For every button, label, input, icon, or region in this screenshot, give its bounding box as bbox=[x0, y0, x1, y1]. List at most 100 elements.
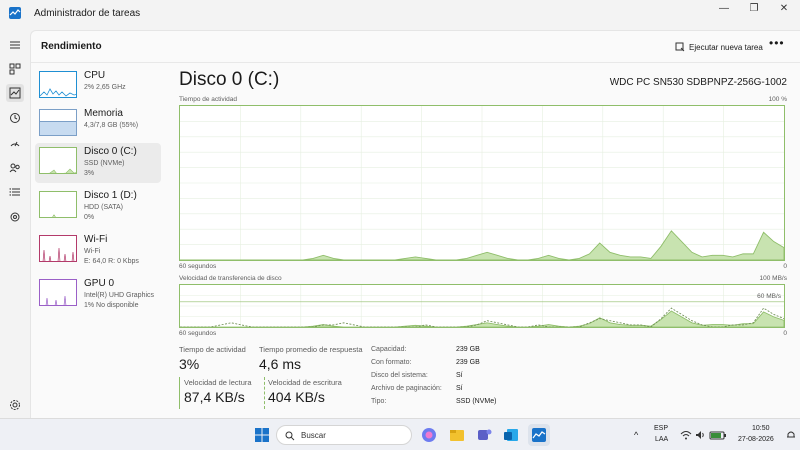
type-value: SSD (NVMe) bbox=[456, 398, 497, 405]
avg-response-value: 4,6 ms bbox=[259, 356, 302, 372]
sidebar-item-cpu[interactable]: CPU 2% 2,65 GHz bbox=[35, 67, 161, 107]
read-speed-marker bbox=[179, 377, 180, 409]
sidebar-item-value: 0% bbox=[84, 214, 95, 221]
write-speed-label: Velocidad de escritura bbox=[268, 378, 342, 387]
sidebar-item-memory[interactable]: Memoria 4,3/7,8 GB (55%) bbox=[35, 105, 161, 145]
taskbar: Buscar ^ ESP LAA 10:50 27-08-2026 bbox=[0, 418, 800, 450]
close-button[interactable]: ✕ bbox=[768, 0, 800, 20]
sidebar-item-label: GPU 0 bbox=[84, 278, 115, 289]
system-disk-label: Disco del sistema: bbox=[371, 372, 428, 379]
minimize-button[interactable]: — bbox=[708, 0, 740, 20]
sidebar-item-detail: HDD (SATA) bbox=[84, 204, 124, 211]
transfer-graph-min: 0 bbox=[783, 330, 787, 337]
sidebar-item-label: Memoria bbox=[84, 108, 123, 119]
start-icon[interactable] bbox=[253, 426, 271, 444]
disk-1-thumbnail bbox=[39, 191, 77, 218]
page-file-label: Archivo de paginación: bbox=[371, 385, 442, 392]
title-bar: Administrador de tareas — ❐ ✕ bbox=[0, 0, 800, 26]
activity-graph-time: 60 segundos bbox=[179, 263, 217, 270]
formatted-value: 239 GB bbox=[456, 359, 480, 366]
sidebar-item-disk-1[interactable]: Disco 1 (D:) HDD (SATA) 0% bbox=[35, 187, 161, 227]
battery-icon[interactable] bbox=[709, 430, 727, 440]
sidebar-item-gpu[interactable]: GPU 0 Intel(R) UHD Graphics 1% No dispon… bbox=[35, 275, 161, 315]
wifi-icon[interactable] bbox=[680, 430, 692, 440]
settings-icon[interactable] bbox=[6, 396, 24, 414]
app-history-icon[interactable] bbox=[6, 109, 24, 127]
cpu-thumbnail bbox=[39, 71, 77, 98]
outlook-icon[interactable] bbox=[502, 426, 520, 444]
volume-icon[interactable] bbox=[695, 430, 705, 440]
sidebar-item-value: E: 64,0 R: 0 Kbps bbox=[84, 258, 139, 265]
clock-time[interactable]: 10:50 bbox=[752, 425, 770, 432]
memory-thumbnail bbox=[39, 109, 77, 136]
startup-icon[interactable] bbox=[6, 134, 24, 152]
sidebar-item-value: 3% bbox=[84, 170, 95, 177]
chevron-up-icon[interactable]: ^ bbox=[634, 430, 638, 440]
sidebar-item-detail: Intel(R) UHD Graphics bbox=[84, 292, 155, 299]
disk-model: WDC PC SN530 SDBPNPZ-256G-1002 bbox=[609, 77, 787, 88]
sidebar-item-disk-0[interactable]: Disco 0 (C:) SSD (NVMe) 3% bbox=[35, 143, 161, 183]
page-title: Rendimiento bbox=[41, 41, 102, 52]
more-options-button[interactable]: ••• bbox=[769, 36, 785, 50]
processes-icon[interactable] bbox=[6, 60, 24, 78]
window-title: Administrador de tareas bbox=[34, 8, 141, 19]
transfer-graph-line-label: 60 MB/s bbox=[757, 293, 781, 300]
type-label: Tipo: bbox=[371, 398, 387, 405]
maximize-button[interactable]: ❐ bbox=[738, 0, 770, 20]
activity-graph-max: 100 % bbox=[768, 96, 787, 103]
notification-bell-icon[interactable] bbox=[786, 430, 796, 440]
gpu-thumbnail bbox=[39, 279, 77, 306]
search-label: Buscar bbox=[301, 431, 326, 440]
write-speed-marker bbox=[264, 377, 265, 409]
capacity-label: Capacidad: bbox=[371, 346, 407, 353]
users-icon[interactable] bbox=[6, 159, 24, 177]
run-new-task-label: Ejecutar nueva tarea bbox=[689, 42, 763, 52]
transfer-graph-max: 100 MB/s bbox=[759, 275, 787, 282]
system-disk-value: Sí bbox=[456, 372, 463, 379]
sidebar-item-value: 1% No disponible bbox=[84, 302, 139, 309]
active-time-value: 3% bbox=[179, 356, 200, 372]
run-new-task-button[interactable]: Ejecutar nueva tarea bbox=[675, 38, 763, 56]
active-time-label: Tiempo de actividad bbox=[179, 345, 246, 354]
wifi-thumbnail bbox=[39, 235, 77, 262]
sidebar-item-label: Wi-Fi bbox=[84, 234, 108, 245]
teams-icon[interactable] bbox=[475, 426, 493, 444]
sidebar-item-detail: 4,3/7,8 GB (55%) bbox=[84, 122, 139, 129]
language-bottom[interactable]: LAA bbox=[655, 436, 668, 443]
transfer-rate-chart bbox=[180, 285, 784, 327]
clock-date[interactable]: 27-08-2026 bbox=[738, 436, 774, 443]
copilot-icon[interactable] bbox=[420, 426, 438, 444]
disk-0-thumbnail bbox=[39, 147, 77, 174]
sidebar-item-detail: SSD (NVMe) bbox=[84, 160, 125, 167]
services-icon[interactable] bbox=[6, 208, 24, 226]
performance-page: Rendimiento Ejecutar nueva tarea ••• CPU… bbox=[30, 30, 800, 418]
read-speed-label: Velocidad de lectura bbox=[184, 378, 252, 387]
sidebar-item-wifi[interactable]: Wi-Fi Wi-Fi E: 64,0 R: 0 Kbps bbox=[35, 231, 161, 271]
transfer-graph-label: Velocidad de transferencia de disco bbox=[179, 275, 282, 282]
avg-response-label: Tiempo promedio de respuesta bbox=[259, 345, 363, 354]
sidebar-item-detail: Wi-Fi bbox=[84, 248, 101, 255]
language-top[interactable]: ESP bbox=[654, 425, 668, 432]
activity-graph-label: Tiempo de actividad bbox=[179, 96, 237, 103]
disk-title: Disco 0 (C:) bbox=[179, 69, 280, 90]
task-manager-window: Administrador de tareas — ❐ ✕ Rendimient… bbox=[0, 0, 800, 418]
task-manager-app-icon bbox=[9, 7, 21, 19]
transfer-rate-graph: 60 MB/s bbox=[179, 284, 785, 328]
read-speed-value: 87,4 KB/s bbox=[184, 389, 245, 405]
hamburger-icon[interactable] bbox=[6, 36, 24, 54]
file-explorer-icon[interactable] bbox=[448, 426, 466, 444]
navigation-rail bbox=[0, 26, 30, 418]
details-icon[interactable] bbox=[6, 183, 24, 201]
sidebar-item-label: Disco 0 (C:) bbox=[84, 146, 137, 157]
taskbar-search[interactable]: Buscar bbox=[276, 425, 412, 445]
sidebar-item-detail: 2% 2,65 GHz bbox=[84, 84, 126, 91]
activity-time-chart bbox=[180, 106, 784, 260]
transfer-graph-time: 60 segundos bbox=[179, 330, 217, 337]
capacity-value: 239 GB bbox=[456, 346, 480, 353]
task-manager-taskbar-icon bbox=[532, 428, 546, 442]
page-header: Rendimiento Ejecutar nueva tarea ••• bbox=[31, 31, 800, 63]
sidebar-item-label: Disco 1 (D:) bbox=[84, 190, 137, 201]
sidebar-item-label: CPU bbox=[84, 70, 106, 81]
task-manager-taskbar-button[interactable] bbox=[528, 424, 550, 446]
performance-icon[interactable] bbox=[6, 84, 24, 102]
